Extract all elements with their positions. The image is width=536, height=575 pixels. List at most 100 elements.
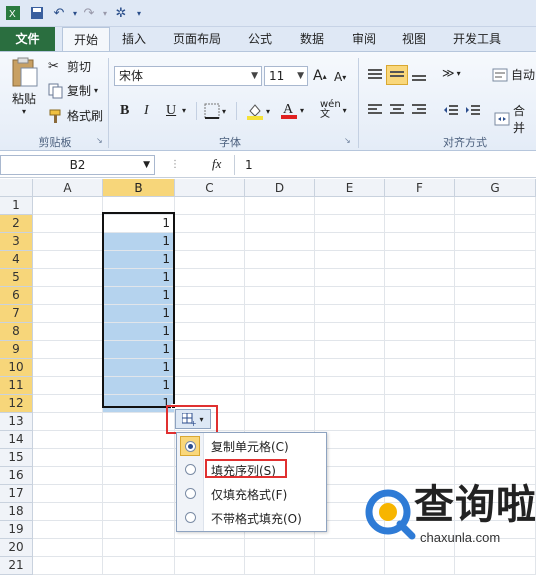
row-header[interactable]: 1 bbox=[0, 197, 33, 215]
cell[interactable] bbox=[455, 287, 536, 305]
cell[interactable] bbox=[245, 341, 315, 359]
cell[interactable] bbox=[315, 305, 385, 323]
cell[interactable] bbox=[315, 557, 385, 575]
cell[interactable] bbox=[175, 287, 245, 305]
cell[interactable] bbox=[315, 359, 385, 377]
cell[interactable] bbox=[455, 341, 536, 359]
tab-view[interactable]: 视图 bbox=[392, 27, 436, 51]
cell[interactable] bbox=[455, 269, 536, 287]
auto-fill-options-button[interactable]: + ▾ bbox=[175, 409, 211, 429]
cell[interactable] bbox=[103, 521, 175, 539]
row-header[interactable]: 4 bbox=[0, 251, 33, 269]
cell[interactable] bbox=[385, 287, 455, 305]
cell[interactable] bbox=[315, 287, 385, 305]
cell[interactable] bbox=[385, 377, 455, 395]
customize-qat-icon[interactable]: ▾ bbox=[130, 4, 148, 22]
cell[interactable] bbox=[245, 557, 315, 575]
cell[interactable] bbox=[33, 557, 103, 575]
row-header[interactable]: 9 bbox=[0, 341, 33, 359]
formula-input[interactable]: 1 bbox=[234, 155, 536, 175]
cell[interactable] bbox=[385, 251, 455, 269]
row-header[interactable]: 7 bbox=[0, 305, 33, 323]
font-name-select[interactable]: 宋体 ▼ bbox=[114, 66, 262, 86]
cell[interactable] bbox=[33, 503, 103, 521]
cell[interactable] bbox=[103, 467, 175, 485]
paste-dropdown-icon[interactable]: ▾ bbox=[22, 107, 26, 116]
row-header[interactable]: 16 bbox=[0, 467, 33, 485]
copy-dropdown-icon[interactable]: ▾ bbox=[94, 86, 98, 95]
cell[interactable] bbox=[33, 521, 103, 539]
clipboard-launcher-icon[interactable]: ↘ bbox=[96, 136, 103, 145]
cell[interactable] bbox=[245, 323, 315, 341]
cell[interactable] bbox=[385, 197, 455, 215]
tab-file[interactable]: 文件 bbox=[0, 27, 55, 51]
increase-font-button[interactable]: A ▴ bbox=[313, 68, 327, 84]
cell[interactable] bbox=[33, 485, 103, 503]
menu-item-copy-cells[interactable]: 复制单元格(C) bbox=[177, 435, 328, 457]
cell[interactable] bbox=[455, 251, 536, 269]
cell[interactable] bbox=[315, 395, 385, 413]
wrap-text-button[interactable]: 自动 bbox=[492, 66, 535, 83]
underline-button[interactable]: U bbox=[166, 103, 176, 119]
cell[interactable] bbox=[385, 449, 455, 467]
cell[interactable] bbox=[315, 197, 385, 215]
cell[interactable] bbox=[245, 395, 315, 413]
cell[interactable] bbox=[33, 359, 103, 377]
cell[interactable] bbox=[385, 395, 455, 413]
cell[interactable] bbox=[103, 539, 175, 557]
cell[interactable] bbox=[175, 539, 245, 557]
cell[interactable] bbox=[245, 539, 315, 557]
cell[interactable] bbox=[175, 269, 245, 287]
increase-indent-button[interactable] bbox=[464, 102, 482, 118]
cell[interactable] bbox=[385, 269, 455, 287]
align-bottom-button[interactable] bbox=[410, 67, 428, 83]
cell[interactable] bbox=[455, 413, 536, 431]
cell[interactable] bbox=[175, 233, 245, 251]
cell[interactable] bbox=[245, 413, 315, 431]
cell[interactable] bbox=[33, 305, 103, 323]
cell[interactable] bbox=[315, 269, 385, 287]
cell[interactable] bbox=[33, 215, 103, 233]
cell[interactable] bbox=[33, 323, 103, 341]
cell[interactable] bbox=[103, 485, 175, 503]
cell[interactable] bbox=[315, 233, 385, 251]
column-header-a[interactable]: A bbox=[33, 179, 103, 197]
cell[interactable] bbox=[33, 377, 103, 395]
decrease-indent-button[interactable] bbox=[442, 102, 460, 118]
cell[interactable] bbox=[245, 377, 315, 395]
cell[interactable] bbox=[175, 197, 245, 215]
menu-item-fill-formatting-only[interactable]: 仅填充格式(F) bbox=[177, 483, 328, 505]
cell[interactable] bbox=[103, 413, 175, 431]
row-header[interactable]: 12 bbox=[0, 395, 33, 413]
cell[interactable] bbox=[33, 197, 103, 215]
row-header[interactable]: 20 bbox=[0, 539, 33, 557]
cell[interactable] bbox=[175, 377, 245, 395]
copy-button[interactable]: 复制 ▾ bbox=[48, 82, 98, 99]
cell[interactable] bbox=[103, 449, 175, 467]
cell[interactable] bbox=[103, 503, 175, 521]
format-painter-button[interactable]: 格式刷 bbox=[48, 107, 103, 124]
cell[interactable] bbox=[245, 287, 315, 305]
cell[interactable] bbox=[33, 251, 103, 269]
row-header[interactable]: 17 bbox=[0, 485, 33, 503]
cell[interactable] bbox=[385, 323, 455, 341]
row-header[interactable]: 10 bbox=[0, 359, 33, 377]
select-all-corner[interactable] bbox=[0, 179, 33, 197]
tab-page-layout[interactable]: 页面布局 bbox=[162, 27, 232, 51]
column-header-e[interactable]: E bbox=[315, 179, 385, 197]
borders-button[interactable]: ▾ bbox=[204, 103, 226, 119]
cell[interactable] bbox=[175, 359, 245, 377]
tab-data[interactable]: 数据 bbox=[290, 27, 334, 51]
cell[interactable] bbox=[245, 197, 315, 215]
column-header-b[interactable]: B bbox=[103, 179, 175, 197]
cell[interactable] bbox=[175, 251, 245, 269]
cell[interactable] bbox=[315, 251, 385, 269]
paste-button[interactable]: 粘贴 ▾ bbox=[6, 56, 42, 116]
menu-item-fill-without-formatting[interactable]: 不带格式填充(O) bbox=[177, 507, 328, 529]
cell[interactable] bbox=[175, 305, 245, 323]
cell[interactable] bbox=[455, 557, 536, 575]
cell[interactable] bbox=[175, 215, 245, 233]
align-right-button[interactable] bbox=[410, 102, 428, 118]
cell[interactable] bbox=[245, 305, 315, 323]
cell[interactable] bbox=[385, 557, 455, 575]
